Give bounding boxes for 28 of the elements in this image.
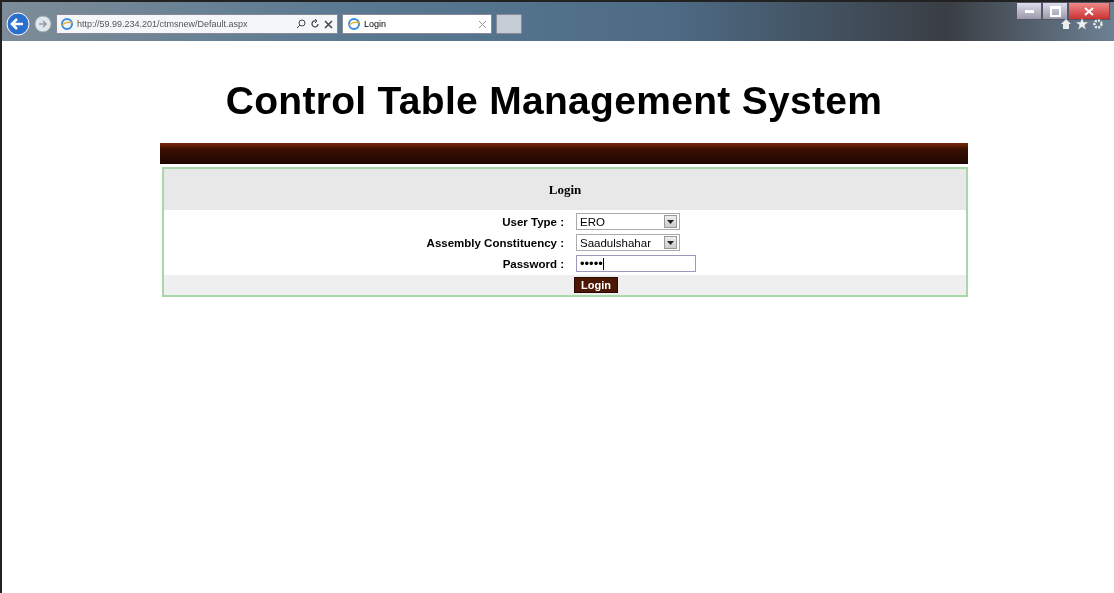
browser-icon (348, 18, 360, 30)
home-icon[interactable] (1060, 18, 1072, 30)
stop-icon[interactable] (324, 19, 333, 29)
field-label: User Type : (501, 215, 564, 228)
address-bar[interactable]: http://59.99.234.201/ctmsnew/Default.aspx (56, 14, 338, 34)
close-icon (1084, 6, 1094, 16)
star-icon[interactable] (1076, 18, 1088, 30)
form-heading: Login (548, 181, 582, 198)
browser-icon (61, 18, 73, 30)
search-icon[interactable] (296, 19, 306, 29)
settings-icon[interactable] (1092, 18, 1104, 30)
field-label: Password : (501, 257, 564, 270)
close-button[interactable] (1068, 2, 1110, 20)
dropdown[interactable]: ERO (576, 213, 680, 230)
dropdown[interactable]: Saadulshahar (576, 234, 680, 251)
page-title: Control Table Management System (224, 79, 884, 123)
login-button[interactable]: Login (574, 277, 618, 293)
refresh-icon[interactable] (310, 19, 320, 29)
field-label: Assembly Constituency : (425, 236, 564, 249)
close-icon[interactable] (479, 20, 486, 28)
caret-icon (667, 240, 674, 245)
maximize-button[interactable] (1042, 2, 1068, 20)
forward-button[interactable] (34, 15, 52, 33)
password-field[interactable]: ••••• (576, 255, 696, 272)
back-button[interactable] (6, 12, 30, 36)
minimize-button[interactable] (1016, 2, 1042, 20)
caret-icon (667, 219, 674, 224)
browser-tab[interactable]: Login (342, 14, 492, 34)
